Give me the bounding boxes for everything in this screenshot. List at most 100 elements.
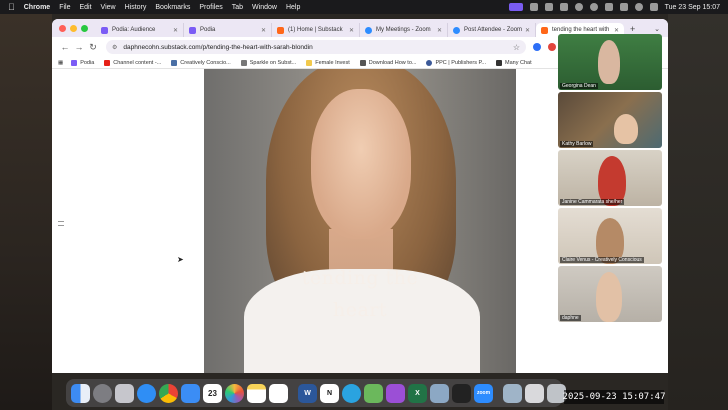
word-icon[interactable]: W (298, 383, 317, 403)
screen-record-icon[interactable] (508, 3, 523, 11)
participant-tile[interactable]: Georgina Dean (558, 34, 662, 90)
apple-menu-icon[interactable]:  (8, 2, 15, 12)
participant-tile[interactable]: Kathy Barlow (558, 92, 662, 148)
sidebar-toggle-icon-line (58, 225, 64, 226)
zoom-icon[interactable]: zoom (474, 383, 493, 403)
battery-icon[interactable] (604, 3, 613, 11)
back-arrow-icon[interactable]: ← (58, 42, 72, 52)
close-tab-icon[interactable]: ✕ (346, 27, 354, 34)
menu-edit[interactable]: Edit (79, 4, 91, 11)
preview-icon[interactable] (430, 383, 449, 403)
bookmark-many-chat[interactable]: Many Chat (496, 59, 532, 66)
bookmark-channel-content[interactable]: Channel content -... (104, 59, 161, 66)
sidebar-toggle-icon[interactable] (58, 221, 64, 222)
notion-icon[interactable]: N (320, 383, 339, 403)
menu-file[interactable]: File (59, 4, 70, 11)
recent-file-icon[interactable] (525, 383, 544, 403)
cloud-icon[interactable] (589, 3, 598, 11)
menu-view[interactable]: View (101, 4, 116, 11)
bookmark-download-how-to[interactable]: Download How to... (359, 59, 416, 66)
grid-icon[interactable] (529, 3, 538, 11)
bookmark-creatively-conscious[interactable]: Creatively Conscio... (171, 59, 231, 66)
bookmark-label: Female Invest (315, 59, 350, 66)
extension-blue-icon[interactable] (533, 43, 541, 51)
zoom-favicon-icon (453, 26, 460, 34)
participant-name: Kathy Barlow (560, 141, 594, 147)
record-icon[interactable] (574, 3, 583, 11)
fullscreen-window-icon[interactable] (81, 25, 88, 32)
address-bar[interactable]: ⚙ daphnecohn.substack.com/p/tending-the-… (106, 40, 526, 54)
notion-icon[interactable] (544, 3, 553, 11)
status-icons: Tue 23 Sep 15:07 (508, 3, 720, 11)
close-tab-icon[interactable]: ✕ (170, 27, 178, 34)
participant-tile[interactable]: daphne (558, 266, 662, 322)
close-tab-icon[interactable]: ✕ (434, 27, 442, 34)
finder-icon[interactable] (71, 383, 90, 403)
activity-monitor-icon[interactable] (452, 383, 471, 403)
url-text: daphnecohn.substack.com/p/tending-the-he… (123, 43, 313, 51)
menu-bookmarks[interactable]: Bookmarks (155, 4, 190, 11)
menu-profiles[interactable]: Profiles (199, 4, 222, 11)
search-icon[interactable] (634, 3, 643, 11)
tab-podia[interactable]: Podia ✕ (184, 23, 272, 37)
substack-favicon-icon (277, 26, 284, 34)
bell-icon[interactable] (559, 3, 568, 11)
close-tab-icon[interactable]: ✕ (522, 27, 530, 34)
tab-podia-audience[interactable]: Podia: Audience ✕ (96, 23, 184, 37)
bookmark-star-icon[interactable]: ☆ (513, 43, 520, 52)
wifi-icon[interactable] (619, 3, 628, 11)
forward-arrow-icon[interactable]: → (72, 42, 86, 52)
safari-icon[interactable] (137, 383, 156, 403)
menu-clock[interactable]: Tue 23 Sep 15:07 (665, 4, 720, 11)
telegram-icon[interactable] (342, 383, 361, 403)
site-favicon-icon (426, 59, 433, 66)
reload-icon[interactable]: ↻ (86, 42, 100, 53)
notes-icon[interactable] (247, 383, 266, 403)
photos-icon[interactable] (225, 383, 244, 403)
participant-tile[interactable]: Claire Venus - Creatively Conscious (558, 208, 662, 264)
mail-icon[interactable] (181, 383, 200, 403)
site-favicon-icon (171, 59, 178, 66)
menu-app-chrome[interactable]: Chrome (24, 4, 50, 11)
menu-tab[interactable]: Tab (232, 4, 243, 11)
bookmark-female-invest[interactable]: Female Invest (306, 59, 350, 66)
chrome-icon[interactable] (159, 383, 178, 403)
photo-app-icon[interactable] (364, 383, 383, 403)
participant-name: Claire Venus - Creatively Conscious (560, 257, 644, 263)
bookmark-label: Sparkle on Subst... (249, 59, 297, 66)
control-center-icon[interactable] (649, 3, 658, 11)
podcasts-icon[interactable] (386, 383, 405, 403)
podia-favicon-icon (71, 59, 78, 66)
tab-label: Podia: Audience (112, 27, 156, 33)
system-settings-icon[interactable] (93, 383, 112, 403)
bookmark-podia[interactable]: Podia (71, 59, 94, 66)
launchpad-icon[interactable] (115, 383, 134, 403)
cover-face-shape (311, 89, 411, 239)
close-window-icon[interactable] (59, 25, 66, 32)
menu-window[interactable]: Window (252, 4, 277, 11)
downloads-folder-icon[interactable] (503, 383, 522, 403)
site-info-icon[interactable]: ⚙ (112, 44, 117, 51)
calendar-icon[interactable]: 23 (203, 383, 222, 403)
minimize-window-icon[interactable] (70, 25, 77, 32)
cover-title-line-1: tending the (301, 267, 419, 289)
tab-substack-home[interactable]: (1) Home | Substack ✕ (272, 23, 360, 37)
participant-tile[interactable]: Janine Cammarata she/her (558, 150, 662, 206)
tab-zoom-post-attendee[interactable]: Post Attendee - Zoom ✕ (448, 23, 536, 37)
close-tab-icon[interactable]: ✕ (258, 27, 266, 34)
reminders-icon[interactable] (269, 383, 288, 403)
extension-red-icon[interactable] (548, 43, 556, 51)
apps-grid-icon[interactable]: ▦ (58, 60, 63, 66)
youtube-favicon-icon (104, 59, 111, 66)
window-controls (52, 25, 96, 37)
bookmark-ppc-publishers[interactable]: PPC | Publishers P... (426, 59, 486, 66)
desktop-wallpaper-right (668, 14, 728, 410)
post-cover-image: tending the heart (204, 69, 516, 373)
tab-zoom-meetings[interactable]: My Meetings - Zoom ✕ (360, 23, 448, 37)
menu-help[interactable]: Help (286, 4, 300, 11)
close-tab-icon[interactable]: ✕ (611, 27, 619, 34)
zoom-favicon-icon (365, 26, 372, 34)
excel-icon[interactable]: X (408, 383, 427, 403)
bookmark-sparkle-substack[interactable]: Sparkle on Subst... (240, 59, 297, 66)
menu-history[interactable]: History (125, 4, 147, 11)
